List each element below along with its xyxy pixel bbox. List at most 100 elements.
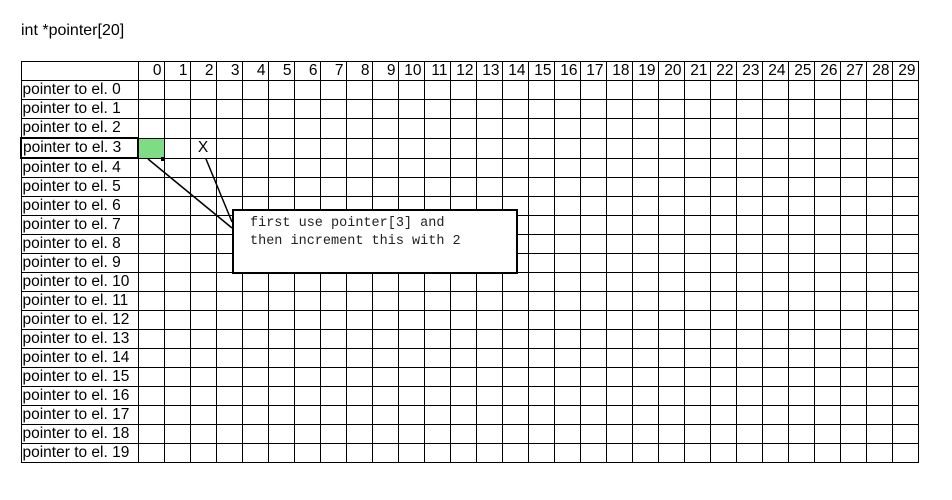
- grid-cell: [267, 310, 295, 330]
- grid-cell: [189, 234, 217, 254]
- grid-cell: [683, 386, 711, 406]
- grid-cell: [241, 443, 269, 463]
- grid-cell: [293, 118, 321, 139]
- grid-cell: [553, 80, 581, 100]
- grid-cell: [215, 386, 243, 406]
- grid-cell: [891, 272, 919, 292]
- grid-cell: [579, 80, 607, 100]
- grid-cell: [787, 291, 815, 311]
- grid-cell: [865, 310, 893, 330]
- grid-cell: [709, 310, 737, 330]
- grid-cell: [267, 80, 295, 100]
- grid-cell: [787, 157, 815, 178]
- grid-cell: [501, 424, 529, 444]
- grid-cell: [527, 272, 555, 292]
- grid-cell: [891, 329, 919, 349]
- grid-cell: [839, 272, 867, 292]
- grid-cell: [735, 253, 763, 273]
- grid-cell: [605, 443, 633, 463]
- grid-cell: [787, 196, 815, 216]
- grid-cell: [683, 424, 711, 444]
- grid-cell: [761, 329, 789, 349]
- grid-cell: [449, 386, 477, 406]
- grid-cell: [657, 443, 685, 463]
- grid-cell: [137, 386, 165, 406]
- grid-cell: [605, 386, 633, 406]
- grid-cell: [501, 80, 529, 100]
- grid-cell: [267, 405, 295, 425]
- grid-cell: [865, 253, 893, 273]
- grid-cell: [137, 443, 165, 463]
- grid-cell: [371, 424, 399, 444]
- table-row: pointer to el. 4: [20, 157, 919, 178]
- grid-cell: [761, 215, 789, 235]
- grid-cell: [293, 157, 321, 178]
- row-label: pointer to el. 8: [20, 234, 139, 254]
- grid-cell: [605, 157, 633, 178]
- grid-cell: [553, 348, 581, 368]
- grid-cell: [475, 137, 503, 159]
- grid-cell: [163, 177, 191, 197]
- grid-cell: [579, 367, 607, 387]
- grid-cell: [267, 272, 295, 292]
- column-header: 19: [631, 61, 659, 81]
- grid-cell: [371, 443, 399, 463]
- grid-cell: [215, 118, 243, 139]
- grid-cell: [605, 253, 633, 273]
- grid-cell: [267, 118, 295, 139]
- grid-cell: [527, 424, 555, 444]
- grid-cell: [553, 367, 581, 387]
- column-header: 25: [787, 61, 815, 81]
- grid-cell: [787, 348, 815, 368]
- grid-cell: [189, 348, 217, 368]
- grid-cell: [605, 424, 633, 444]
- grid-cell: [631, 177, 659, 197]
- grid-cell: [683, 80, 711, 100]
- grid-cell: [241, 424, 269, 444]
- grid-cell: [735, 348, 763, 368]
- column-header: 15: [527, 61, 555, 81]
- grid-cell: [137, 310, 165, 330]
- grid-cell: [631, 424, 659, 444]
- grid-cell: [449, 80, 477, 100]
- row-label: pointer to el. 5: [20, 177, 139, 197]
- grid-cell: [891, 157, 919, 178]
- grid-cell: [215, 99, 243, 119]
- grid-cell: [527, 348, 555, 368]
- grid-cell: [579, 329, 607, 349]
- grid-cell: [319, 291, 347, 311]
- grid-cell: [371, 386, 399, 406]
- column-header: 26: [813, 61, 841, 81]
- grid-cell: [813, 177, 841, 197]
- grid-cell: [293, 80, 321, 100]
- grid-cell: [397, 118, 425, 139]
- grid-cell: [865, 137, 893, 159]
- grid-cell: [163, 157, 191, 178]
- grid-cell: [163, 196, 191, 216]
- grid-cell: [709, 367, 737, 387]
- column-header: 1: [163, 61, 191, 81]
- grid-cell: [865, 443, 893, 463]
- grid-cell: [345, 177, 373, 197]
- grid-cell: [579, 215, 607, 235]
- grid-cell: [839, 196, 867, 216]
- grid-cell: [865, 329, 893, 349]
- column-header: 12: [449, 61, 477, 81]
- grid-cell: [475, 405, 503, 425]
- grid-cell: [761, 80, 789, 100]
- grid-cell: [761, 272, 789, 292]
- grid-cell: [527, 386, 555, 406]
- grid-cell: [397, 310, 425, 330]
- grid-cell: [501, 443, 529, 463]
- grid-cell: [397, 177, 425, 197]
- grid-cell: [527, 253, 555, 273]
- grid-cell: [371, 291, 399, 311]
- grid-cell: [579, 424, 607, 444]
- grid-cell: [865, 118, 893, 139]
- grid-cell: [839, 234, 867, 254]
- grid-cell: [579, 443, 607, 463]
- grid-cell: [631, 386, 659, 406]
- grid-cell: [345, 137, 373, 159]
- grid-cell: [215, 272, 243, 292]
- grid-cell: [631, 196, 659, 216]
